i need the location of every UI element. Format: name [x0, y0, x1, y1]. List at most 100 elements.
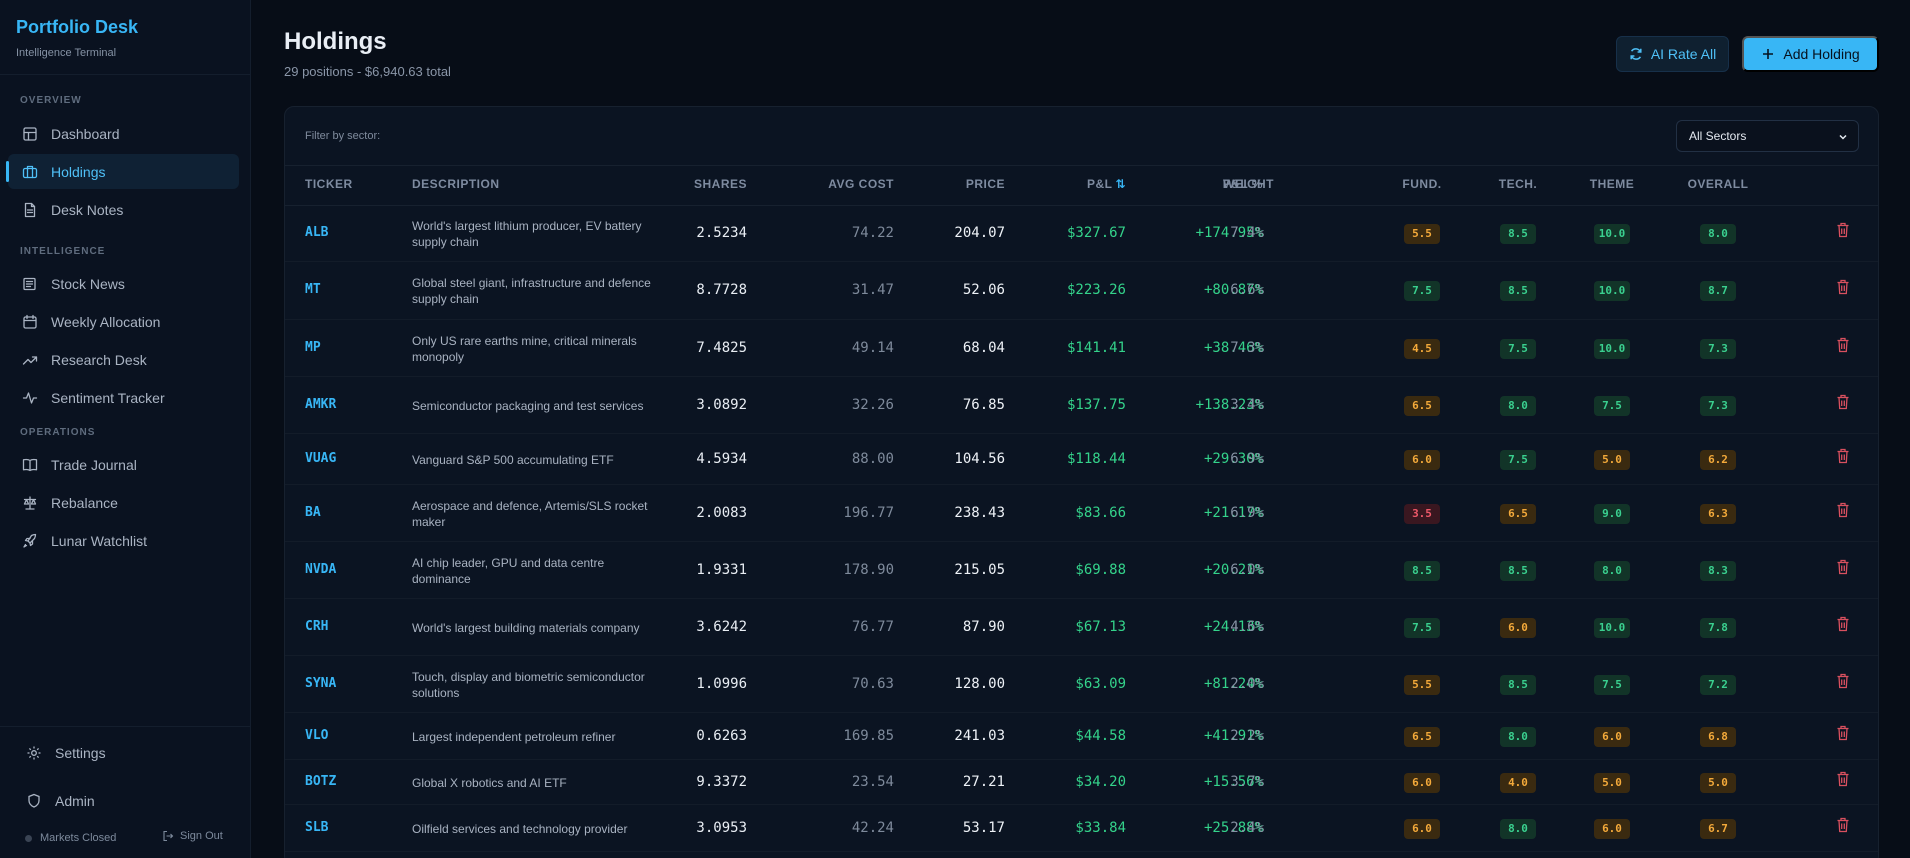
delete-icon[interactable]: [1836, 337, 1850, 353]
theme-score-badge: 10.0: [1594, 338, 1630, 359]
overall-score-badge: 6.3: [1700, 503, 1736, 524]
column-header-overall[interactable]: OVERALL: [1683, 177, 1753, 191]
table-row[interactable]: AMKR Semiconductor packaging and test ser…: [285, 377, 1878, 434]
column-header-shares[interactable]: SHARES: [647, 177, 747, 191]
column-header-description[interactable]: DESCRIPTION: [412, 177, 500, 191]
delete-icon[interactable]: [1836, 725, 1850, 741]
price-cell: 241.03: [954, 727, 1005, 744]
sidebar-item-desk-notes[interactable]: Desk Notes: [8, 192, 239, 227]
avg-cost-cell: 23.54: [851, 773, 894, 790]
sidebar-item-dashboard[interactable]: Dashboard: [8, 116, 239, 151]
row-divider: [285, 851, 1878, 852]
sidebar-item-label: Lunar Watchlist: [51, 532, 147, 549]
theme-score-badge: 5.0: [1594, 772, 1630, 793]
avg-cost-cell: 196.77: [843, 504, 894, 521]
delete-icon[interactable]: [1836, 673, 1850, 689]
ticker-link[interactable]: VUAG: [305, 451, 336, 466]
tech-score-badge: 8.5: [1500, 281, 1536, 301]
delete-icon[interactable]: [1836, 771, 1850, 787]
sidebar-item-label: Holdings: [51, 163, 106, 180]
table-row[interactable]: BA Aerospace and defence, Artemis/SLS roc…: [285, 485, 1878, 542]
theme-score-badge: 10.0: [1594, 281, 1630, 301]
delete-icon[interactable]: [1836, 394, 1850, 410]
theme-score-badge: 10.0: [1594, 617, 1630, 638]
table-row[interactable]: SYNA Touch, display and biometric semicon…: [285, 656, 1878, 713]
price-cell: 215.05: [954, 561, 1005, 578]
ticker-link[interactable]: MT: [305, 282, 321, 297]
table-row[interactable]: NVDA AI chip leader, GPU and data centre …: [285, 542, 1878, 599]
sidebar-item-stock-news[interactable]: Stock News: [8, 266, 239, 301]
pl-cell: $83.66: [1075, 504, 1126, 521]
column-header-fund[interactable]: FUND.: [1387, 177, 1457, 191]
table-row[interactable]: ALB World's largest lithium producer, EV …: [285, 206, 1878, 262]
column-header-ticker[interactable]: TICKER: [305, 177, 353, 191]
table-row[interactable]: MP Only US rare earths mine, critical min…: [285, 320, 1878, 377]
price-cell: 238.43: [954, 504, 1005, 521]
fund-score-badge: 5.5: [1404, 224, 1440, 244]
trend-icon: [22, 355, 38, 365]
fund-score-badge: 7.5: [1404, 617, 1440, 638]
page-subtitle: 29 positions - $6,940.63 total: [284, 64, 451, 79]
ticker-link[interactable]: BA: [305, 505, 321, 520]
sidebar-item-lunar-watchlist[interactable]: Lunar Watchlist: [8, 523, 239, 558]
ticker-link[interactable]: VLO: [305, 728, 328, 743]
delete-icon[interactable]: [1836, 559, 1850, 575]
table-row[interactable]: MT Global steel giant, infrastructure and…: [285, 262, 1878, 320]
ticker-link[interactable]: ALB: [305, 225, 328, 240]
price-cell: 76.85: [962, 396, 1005, 413]
pl-cell: $118.44: [1066, 450, 1126, 467]
delete-icon[interactable]: [1836, 616, 1850, 632]
fund-score-badge: 4.5: [1404, 338, 1440, 359]
column-header-price[interactable]: PRICE: [905, 177, 1005, 191]
ticker-link[interactable]: SLB: [305, 820, 328, 835]
fund-score-badge: 6.5: [1404, 395, 1440, 416]
delete-icon[interactable]: [1836, 817, 1850, 833]
column-header-weight[interactable]: WEIGHT: [1174, 177, 1274, 191]
ticker-link[interactable]: NVDA: [305, 562, 336, 577]
sidebar-item-holdings[interactable]: Holdings: [6, 154, 239, 189]
ticker-link[interactable]: MP: [305, 340, 321, 355]
fund-score-badge: 6.0: [1404, 772, 1440, 793]
market-status-dot-icon: [25, 835, 32, 842]
column-header-theme[interactable]: THEME: [1577, 177, 1647, 191]
ticker-link[interactable]: BOTZ: [305, 774, 336, 789]
weight-cell: 2.0%: [1230, 675, 1264, 692]
sidebar-item-trade-journal[interactable]: Trade Journal: [8, 447, 239, 482]
delete-icon[interactable]: [1836, 448, 1850, 464]
tech-score-badge: 6.5: [1500, 503, 1536, 524]
weight-cell: 6.9%: [1230, 450, 1264, 467]
delete-icon[interactable]: [1836, 502, 1850, 518]
ticker-link[interactable]: AMKR: [305, 397, 336, 412]
sidebar-item-weekly-allocation[interactable]: Weekly Allocation: [8, 304, 239, 339]
sidebar-item-settings[interactable]: Settings: [12, 735, 243, 770]
column-header-avg-cost[interactable]: AVG COST: [774, 177, 894, 191]
ticker-link[interactable]: SYNA: [305, 676, 336, 691]
sidebar-item-admin[interactable]: Admin: [12, 783, 243, 818]
table-row[interactable]: BOTZ Global X robotics and AI ETF 9.3372 23…: [285, 760, 1878, 805]
avg-cost-cell: 74.22: [851, 225, 894, 241]
table-row[interactable]: VUAG Vanguard S&P 500 accumulating ETF 4.5…: [285, 434, 1878, 485]
pl-cell: $223.26: [1066, 282, 1126, 298]
sign-out-button[interactable]: Sign Out: [162, 830, 223, 842]
sidebar-item-research-desk[interactable]: Research Desk: [8, 342, 239, 377]
ai-rate-all-button[interactable]: AI Rate All: [1616, 36, 1729, 72]
theme-score-badge: 6.0: [1594, 726, 1630, 747]
column-header-tech[interactable]: TECH.: [1483, 177, 1553, 191]
table-row[interactable]: VLO Largest independent petroleum refiner…: [285, 713, 1878, 760]
section-label: OVERVIEW: [20, 95, 82, 106]
shield-icon: [28, 793, 40, 808]
table-row[interactable]: SLB Oilfield services and technology prov…: [285, 805, 1878, 852]
sidebar: Portfolio Desk Intelligence Terminal OVE…: [0, 0, 251, 858]
delete-icon[interactable]: [1836, 222, 1850, 238]
ticker-link[interactable]: CRH: [305, 619, 328, 634]
column-header-pl[interactable]: P&L ⇅: [1026, 177, 1126, 191]
sidebar-item-rebalance[interactable]: Rebalance: [8, 485, 239, 520]
add-holding-button[interactable]: Add Holding: [1742, 36, 1879, 72]
table-row[interactable]: CRH World's largest building materials co…: [285, 599, 1878, 656]
sidebar-item-sentiment-tracker[interactable]: Sentiment Tracker: [8, 380, 239, 415]
delete-icon[interactable]: [1836, 279, 1850, 295]
sign-out-label: Sign Out: [180, 830, 223, 842]
pl-cell: $141.41: [1066, 339, 1126, 356]
sector-select[interactable]: All Sectors: [1676, 120, 1859, 152]
pl-cell: $69.88: [1075, 561, 1126, 578]
